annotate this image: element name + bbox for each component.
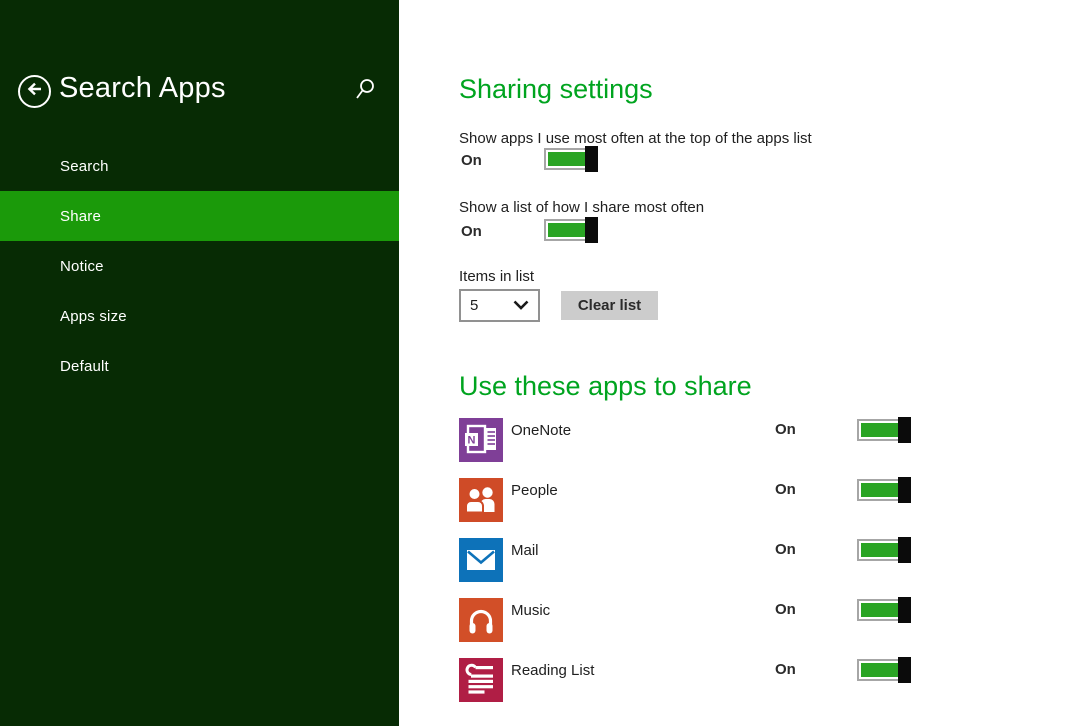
toggle-track	[857, 659, 904, 681]
svg-text:N: N	[468, 434, 476, 446]
sidebar-nav: Search Share Notice Apps size Default	[0, 141, 399, 391]
chevron-down-icon	[513, 297, 529, 314]
back-button[interactable]	[18, 75, 51, 108]
app-row-music: Music On	[459, 597, 919, 642]
items-in-list-value: 5	[470, 297, 479, 314]
app-state: On	[775, 661, 796, 678]
app-state: On	[775, 421, 796, 438]
setting-most-often-state: On	[461, 152, 482, 169]
toggle-fill	[861, 543, 900, 557]
app-name: People	[511, 482, 558, 499]
toggle-fill	[861, 483, 900, 497]
toggle-fill	[861, 663, 900, 677]
setting-most-often-toggle[interactable]	[544, 146, 598, 172]
app-row-mail: Mail On	[459, 537, 919, 582]
setting-share-list-state: On	[461, 223, 482, 240]
app-state: On	[775, 601, 796, 618]
app-state: On	[775, 541, 796, 558]
music-toggle[interactable]	[857, 597, 911, 623]
onenote-toggle[interactable]	[857, 417, 911, 443]
app-state: On	[775, 481, 796, 498]
sidebar-item-share[interactable]: Share	[0, 191, 399, 241]
toggle-track	[857, 539, 904, 561]
reading-list-icon	[459, 658, 503, 702]
toggle-knob[interactable]	[898, 417, 911, 443]
toggle-fill	[548, 223, 587, 237]
onenote-icon: N	[459, 418, 503, 462]
toggle-knob[interactable]	[585, 217, 598, 243]
settings-window: Search Apps Search Share Notice Apps siz…	[0, 0, 1076, 726]
toggle-track	[857, 479, 904, 501]
toggle-knob[interactable]	[898, 657, 911, 683]
clear-list-button[interactable]: Clear list	[561, 291, 658, 320]
setting-share-list-label: Show a list of how I share most often	[459, 199, 705, 216]
app-row-onenote: N OneNote On	[459, 417, 919, 462]
toggle-track	[857, 599, 904, 621]
setting-most-often-label: Show apps I use most often at the top of…	[459, 130, 812, 147]
sidebar-item-search[interactable]: Search	[0, 141, 399, 191]
toggle-track	[544, 148, 591, 170]
mail-icon	[459, 538, 503, 582]
app-row-people: People On	[459, 477, 919, 522]
sidebar-header: Search Apps	[0, 66, 399, 116]
search-icon[interactable]	[354, 78, 376, 102]
toggle-fill	[861, 423, 900, 437]
sidebar-item-notice[interactable]: Notice	[0, 241, 399, 291]
toggle-knob[interactable]	[585, 146, 598, 172]
sharing-settings-title: Sharing settings	[459, 74, 653, 104]
use-apps-title: Use these apps to share	[459, 371, 752, 401]
toggle-fill	[548, 152, 587, 166]
toggle-track	[544, 219, 591, 241]
back-arrow-icon	[25, 79, 45, 104]
app-row-reading-list: Reading List On	[459, 657, 919, 702]
content-panel: Sharing settings Show apps I use most of…	[459, 0, 1076, 726]
toggle-knob[interactable]	[898, 597, 911, 623]
app-name: OneNote	[511, 422, 572, 439]
toggle-track	[857, 419, 904, 441]
items-in-list-select[interactable]: 5	[459, 289, 540, 322]
sidebar-item-default[interactable]: Default	[0, 341, 399, 391]
app-name: Mail	[511, 542, 539, 559]
toggle-knob[interactable]	[898, 537, 911, 563]
sidebar-item-apps-size[interactable]: Apps size	[0, 291, 399, 341]
app-name: Reading List	[511, 662, 595, 679]
people-icon	[459, 478, 503, 522]
sidebar: Search Apps Search Share Notice Apps siz…	[0, 0, 399, 726]
reading-list-toggle[interactable]	[857, 657, 911, 683]
music-icon	[459, 598, 503, 642]
items-in-list-label: Items in list	[459, 268, 535, 285]
setting-share-list-toggle[interactable]	[544, 217, 598, 243]
toggle-fill	[861, 603, 900, 617]
page-title: Search Apps	[59, 72, 226, 104]
mail-toggle[interactable]	[857, 537, 911, 563]
toggle-knob[interactable]	[898, 477, 911, 503]
people-toggle[interactable]	[857, 477, 911, 503]
app-name: Music	[511, 602, 551, 619]
